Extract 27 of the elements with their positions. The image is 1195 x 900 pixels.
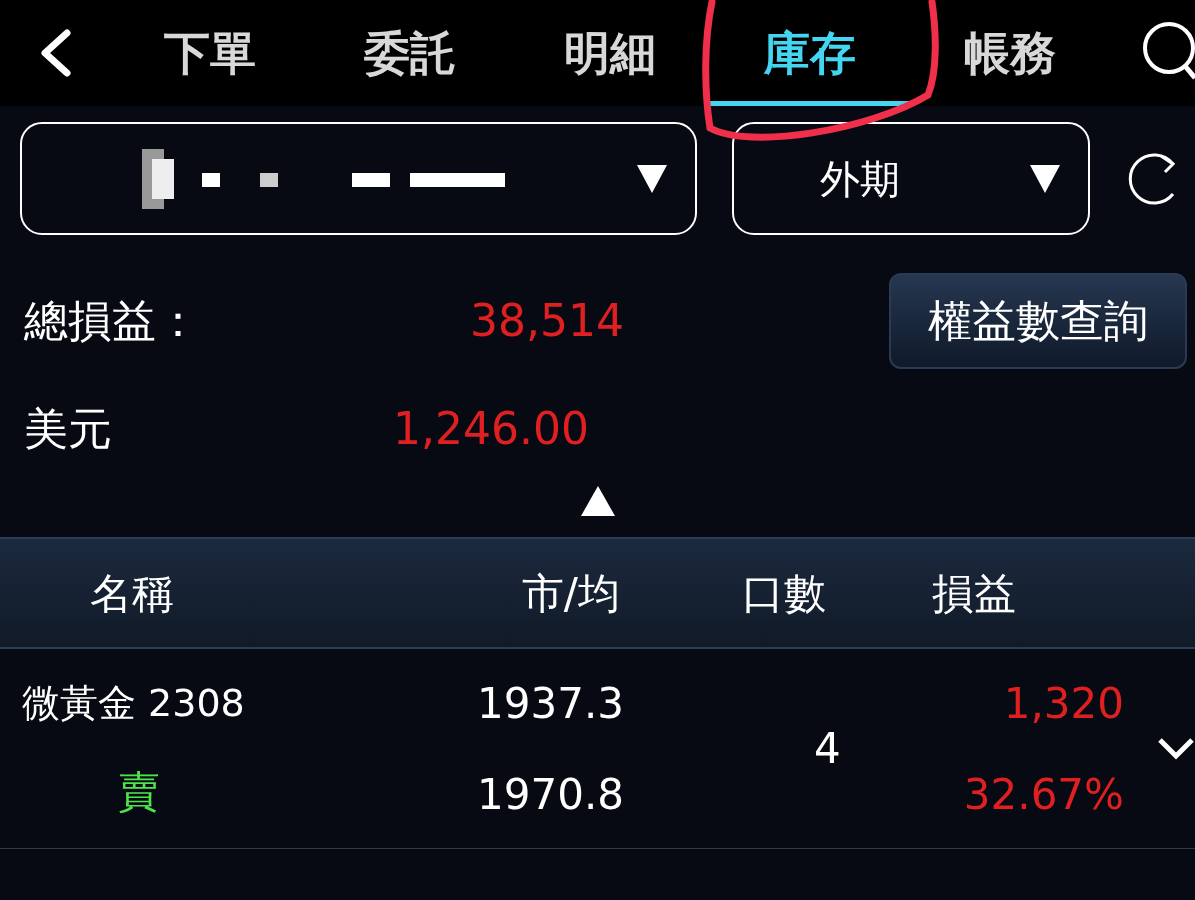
dropdown-caret-icon xyxy=(636,164,667,193)
currency-pnl-value: 1,246.00 xyxy=(392,402,589,456)
total-pnl-value: 38,514 xyxy=(469,294,624,348)
tab[interactable]: 委託 xyxy=(310,0,510,106)
position-side: 賣 xyxy=(118,765,161,818)
average-price: 1970.8 xyxy=(477,768,624,821)
collapse-triangle-icon xyxy=(580,486,615,516)
pnl-amount: 1,320 xyxy=(1003,677,1124,730)
total-pnl-label: 總損益： xyxy=(24,294,201,348)
column-header: 損益 xyxy=(932,567,1017,620)
dropdown-caret-icon xyxy=(1030,164,1060,193)
pnl-percent: 32.67% xyxy=(963,768,1124,821)
tab[interactable]: 明細 xyxy=(510,0,710,106)
contract-name: 微黃金 2308 xyxy=(22,679,246,727)
column-header: 市/均 xyxy=(520,567,620,620)
tab[interactable]: 庫存 xyxy=(710,0,910,106)
lots-count: 4 xyxy=(814,723,842,775)
market-dropdown[interactable]: 外期 xyxy=(731,122,1090,235)
market-price: 1937.3 xyxy=(477,677,624,730)
chevron-down-icon xyxy=(1157,736,1195,761)
account-dropdown[interactable] xyxy=(20,122,697,235)
tab[interactable]: 下單 xyxy=(110,0,310,106)
column-header: 名稱 xyxy=(90,567,175,620)
equity-query-button[interactable]: 權益數查詢 xyxy=(889,273,1187,369)
tab[interactable]: 帳務 xyxy=(910,0,1110,106)
currency-label: 美元 xyxy=(24,402,113,456)
column-header: 口數 xyxy=(742,567,827,620)
